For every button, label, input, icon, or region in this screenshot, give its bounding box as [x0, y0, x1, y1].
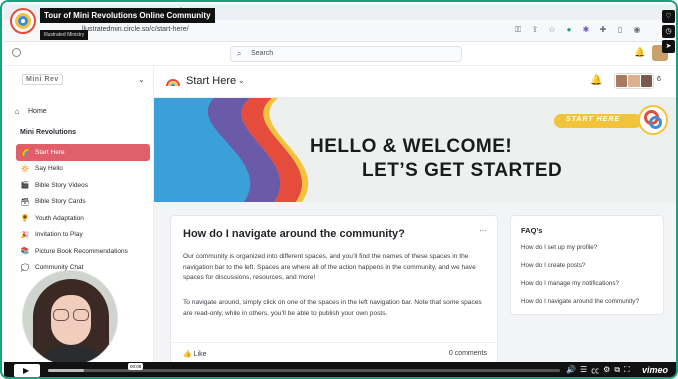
video-frame: + llustratedmin.circle.so/c/start-here/ …: [0, 0, 678, 379]
community-logo-icon[interactable]: [12, 48, 21, 57]
banner-heading-line-1: HELLO & WELCOME!: [310, 136, 513, 157]
chevron-down-icon[interactable]: ⌄: [238, 76, 245, 85]
start-here-badge: START HERE: [554, 114, 642, 128]
community-top-bar: ⌕ Search 🔔: [4, 42, 676, 66]
post-paragraph: To navigate around, simply click on one …: [183, 299, 482, 317]
video-title[interactable]: Tour of Mini Revolutions Online Communit…: [40, 8, 215, 23]
faq-title: FAQ’s: [521, 226, 543, 235]
sidebar-nav: 🌈 Start Here 🔆 Say Hello 🎬 Bible Story Videos…: [16, 144, 150, 276]
captions-icon[interactable]: ㏄: [591, 365, 599, 376]
heart-icon[interactable]: ♡: [662, 10, 675, 23]
sidebar-item-label: Home: [28, 107, 47, 115]
confetti-icon: 🎉: [20, 231, 30, 239]
puzzle-icon[interactable]: ✚: [598, 25, 608, 35]
sidebar-item-label: Bible Story Videos: [35, 181, 88, 189]
more-options-icon[interactable]: ···: [479, 226, 487, 235]
comments-count[interactable]: 0 comments: [449, 350, 487, 357]
chevron-down-icon[interactable]: ⌄: [138, 75, 145, 84]
post-title[interactable]: How do I navigate around the community?: [183, 228, 405, 240]
page-title: Start Here: [186, 75, 237, 87]
vimeo-logo[interactable]: vimeo: [642, 365, 668, 375]
home-icon: ⌂: [14, 106, 20, 116]
video-controls: ▶ 00:08 🔊 ☰ ㏄ ⚙ ⧉ ⛶ vimeo: [4, 362, 676, 377]
faq-link[interactable]: How do I manage my notifications?: [521, 280, 639, 298]
clock-icon[interactable]: ◷: [662, 25, 675, 38]
star-icon[interactable]: ☆: [547, 25, 557, 35]
progress-fill: [48, 369, 84, 372]
post-paragraph: Our community is organized into differen…: [183, 253, 476, 282]
search-placeholder: Search: [251, 50, 274, 57]
thumbs-up-icon: 👍: [183, 351, 192, 358]
divider: [171, 342, 497, 343]
card-box-icon: 🗃: [20, 198, 30, 206]
flower-icon: 🌻: [20, 215, 30, 223]
space-header: Start Here ⌄ 🔔 6: [154, 66, 676, 98]
books-icon: 📚: [20, 248, 30, 256]
volume-icon[interactable]: 🔊: [566, 365, 576, 376]
faq-list: How do I set up my profile? How do I crea…: [521, 244, 639, 316]
member-avatars[interactable]: [614, 73, 654, 89]
sidebar-item-label: Bible Story Cards: [35, 198, 86, 206]
sidebar-item-say-hello[interactable]: 🔆 Say Hello: [16, 161, 150, 178]
sidebar-item-label: Start Here: [35, 148, 65, 156]
sidebar-item-label: Youth Adaptation: [35, 214, 84, 222]
chapters-icon[interactable]: ☰: [580, 365, 587, 376]
faq-link[interactable]: How do I navigate around the community?: [521, 298, 639, 316]
share-icon[interactable]: ⇪: [530, 25, 540, 35]
member-count: 6: [657, 76, 661, 83]
video-channel[interactable]: Illustrated Ministry: [40, 30, 89, 40]
bell-icon[interactable]: 🔔: [590, 75, 602, 86]
sidebar-icon[interactable]: ▯: [615, 25, 625, 35]
sidebar-item-invitation-to-play[interactable]: 🎉 Invitation to Play: [16, 227, 150, 244]
sidebar-item-label: Picture Book Recommendations: [35, 247, 128, 255]
sidebar-item-bible-story-videos[interactable]: 🎬 Bible Story Videos: [16, 177, 150, 194]
pip-icon[interactable]: ⧉: [614, 365, 620, 376]
channel-logo-icon[interactable]: [10, 8, 36, 34]
fullscreen-icon[interactable]: ⛶: [624, 365, 630, 376]
sidebar-item-youth-adaptation[interactable]: 🌻 Youth Adaptation: [16, 210, 150, 227]
play-button[interactable]: ▶: [14, 364, 40, 377]
avatar: [628, 75, 640, 87]
browser-toolbar-icons: ⚿ ⇪ ☆ ● ✱ ✚ ▯ ◉: [513, 25, 642, 35]
sun-icon: 🔆: [20, 165, 30, 173]
sidebar-section-title: Mini Revolutions: [20, 129, 76, 136]
sidebar-item-bible-story-cards[interactable]: 🗃 Bible Story Cards: [16, 194, 150, 211]
player-icons: 🔊 ☰ ㏄ ⚙ ⧉ ⛶: [566, 365, 630, 376]
rainbow-icon: [166, 79, 180, 87]
mini-revolutions-logo-icon: [638, 105, 668, 135]
search-icon: ⌕: [237, 49, 242, 58]
video-title-overlay: Tour of Mini Revolutions Online Communit…: [10, 8, 215, 41]
bell-icon[interactable]: 🔔: [634, 47, 645, 58]
clapper-icon: 🎬: [20, 182, 30, 190]
profile-icon[interactable]: ◉: [632, 25, 642, 35]
faq-link[interactable]: How do I set up my profile?: [521, 244, 639, 262]
like-button[interactable]: 👍 Like: [183, 350, 207, 358]
presenter-webcam: [22, 270, 118, 366]
sidebar-item-start-here[interactable]: 🌈 Start Here: [16, 144, 150, 161]
sidebar-item-picture-book-recommendations[interactable]: 📚 Picture Book Recommendations: [16, 243, 150, 260]
community-brand-logo[interactable]: Mini Rev: [22, 74, 63, 85]
rainbow-icon: 🌈: [20, 149, 30, 157]
sidebar-item-home[interactable]: ⌂ Home: [8, 104, 150, 118]
extension-icon[interactable]: ✱: [581, 25, 591, 35]
extension-icon[interactable]: ●: [564, 25, 574, 35]
play-icon: ▶: [23, 366, 30, 375]
time-indicator: 00:08: [128, 363, 144, 370]
faq-link[interactable]: How do I create posts?: [521, 262, 639, 280]
sidebar-item-label: Say Hello: [35, 165, 63, 173]
progress-bar[interactable]: 00:08: [48, 363, 560, 372]
chat-icon: 💭: [20, 264, 30, 272]
post-card: How do I navigate around the community? …: [170, 215, 498, 365]
banner-heading-line-2: LET’S GET STARTED: [362, 160, 563, 181]
faq-widget: FAQ’s How do I set up my profile? How do …: [510, 215, 664, 315]
video-side-actions: ♡ ◷ ➤: [662, 10, 675, 53]
sidebar-item-label: Invitation to Play: [35, 231, 83, 239]
avatar: [616, 75, 628, 87]
search-input[interactable]: ⌕ Search: [230, 46, 462, 62]
share-icon[interactable]: ➤: [662, 40, 675, 53]
welcome-banner: START HERE HELLO & WELCOME! LET’S GET ST…: [154, 98, 676, 202]
settings-icon[interactable]: ⚙: [603, 365, 610, 376]
avatar: [640, 75, 652, 87]
key-icon[interactable]: ⚿: [513, 25, 523, 35]
